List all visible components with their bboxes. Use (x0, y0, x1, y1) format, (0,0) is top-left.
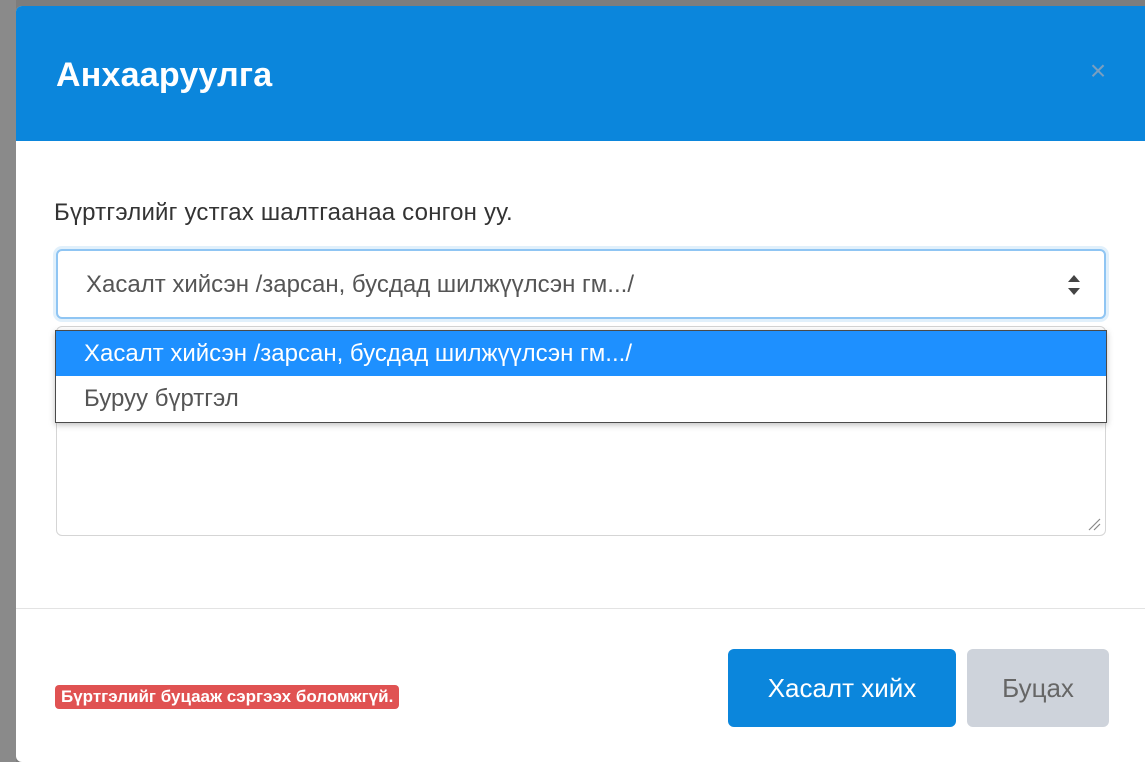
sort-arrows-icon (1066, 271, 1082, 299)
reason-prompt: Бүртгэлийг устгах шалтгаанаа сонгон уу. (54, 199, 513, 226)
modal-footer: Бүртгэлийг буцааж сэргээх боломжгүй. Хас… (16, 608, 1145, 762)
dropdown-option-selected[interactable]: Хасалт хийсэн /зарсан, бусдад шилжүүлсэн… (56, 331, 1106, 376)
close-icon[interactable]: × (1087, 57, 1109, 85)
resize-grip-icon[interactable] (1087, 517, 1101, 531)
modal-body: Бүртгэлийг устгах шалтгаанаа сонгон уу. … (16, 141, 1145, 608)
reason-dropdown-list: Хасалт хийсэн /зарсан, бусдад шилжүүлсэн… (55, 330, 1107, 423)
warning-badge: Бүртгэлийг буцааж сэргээх боломжгүй. (55, 685, 400, 709)
warning-modal: Анхааруулга × Бүртгэлийг устгах шалтгаан… (16, 6, 1145, 762)
modal-header: Анхааруулга × (16, 6, 1145, 141)
dropdown-option[interactable]: Буруу бүртгэл (56, 376, 1106, 421)
cancel-button[interactable]: Буцах (967, 649, 1109, 727)
reason-select[interactable]: Хасалт хийсэн /зарсан, бусдад шилжүүлсэн… (56, 249, 1106, 319)
modal-title: Анхааруулга (56, 56, 273, 94)
reason-select-value: Хасалт хийсэн /зарсан, бусдад шилжүүлсэн… (86, 271, 634, 298)
confirm-remove-button[interactable]: Хасалт хийх (728, 649, 956, 727)
page-backdrop (0, 0, 16, 762)
